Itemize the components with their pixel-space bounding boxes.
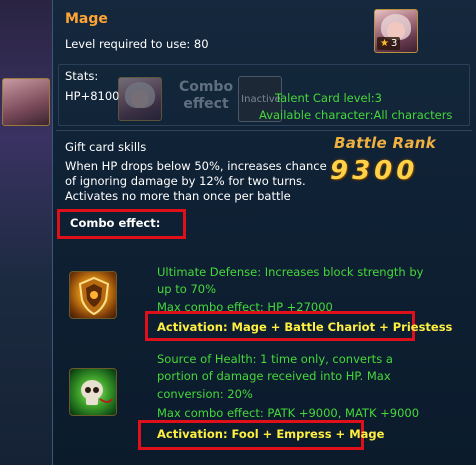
talent-level: Talent Card level:3 bbox=[275, 91, 382, 105]
combo-card-slot bbox=[118, 77, 162, 121]
combo-effect-watermark: Combo effect bbox=[178, 79, 234, 112]
battle-rank-value: 9300 bbox=[330, 156, 419, 186]
skull-icon bbox=[69, 368, 117, 416]
gift-desc-line-1: When HP drops below 50%, increases chanc… bbox=[65, 159, 327, 173]
background-scene bbox=[0, 0, 52, 465]
skill-2-line-3: conversion: 20% bbox=[157, 387, 253, 401]
star-icon: ★ bbox=[380, 38, 389, 49]
hp-stat: HP+8100 bbox=[65, 89, 120, 103]
skill-1-line-1: Ultimate Defense: Increases block streng… bbox=[157, 265, 424, 279]
star-badge: ★ 3 bbox=[377, 37, 401, 50]
card-portrait: ★ 3 bbox=[374, 9, 418, 53]
card-title: Mage bbox=[65, 11, 108, 27]
level-required: Level required to use: 80 bbox=[65, 37, 209, 51]
background-card-portrait bbox=[2, 78, 50, 126]
skill-1-line-2: up to 70% bbox=[157, 282, 217, 296]
combo-effect-label: Combo effect: bbox=[70, 216, 161, 230]
skill-2-activation: Activation: Fool + Empress + Mage bbox=[157, 427, 385, 441]
available-character: Available character:All characters bbox=[259, 108, 453, 122]
gift-desc-line-2: of ignoring damage by 12% for two turns. bbox=[65, 174, 306, 188]
battle-rank-label: Battle Rank bbox=[334, 134, 437, 152]
shield-icon bbox=[69, 271, 117, 319]
stats-label: Stats: bbox=[65, 69, 99, 83]
skill-2-line-1: Source of Health: 1 time only, converts … bbox=[157, 352, 393, 366]
skill-2-line-2: portion of damage received into HP. Max bbox=[157, 369, 391, 383]
skill-1-activation: Activation: Mage + Battle Chariot + Prie… bbox=[157, 320, 453, 334]
gift-desc-line-3: Activates no more than once per battle bbox=[65, 189, 291, 203]
skill-2-line-4: Max combo effect: PATK +9000, MATK +9000 bbox=[157, 406, 420, 420]
divider bbox=[56, 130, 472, 131]
gift-card-skills-label: Gift card skills bbox=[65, 140, 147, 154]
